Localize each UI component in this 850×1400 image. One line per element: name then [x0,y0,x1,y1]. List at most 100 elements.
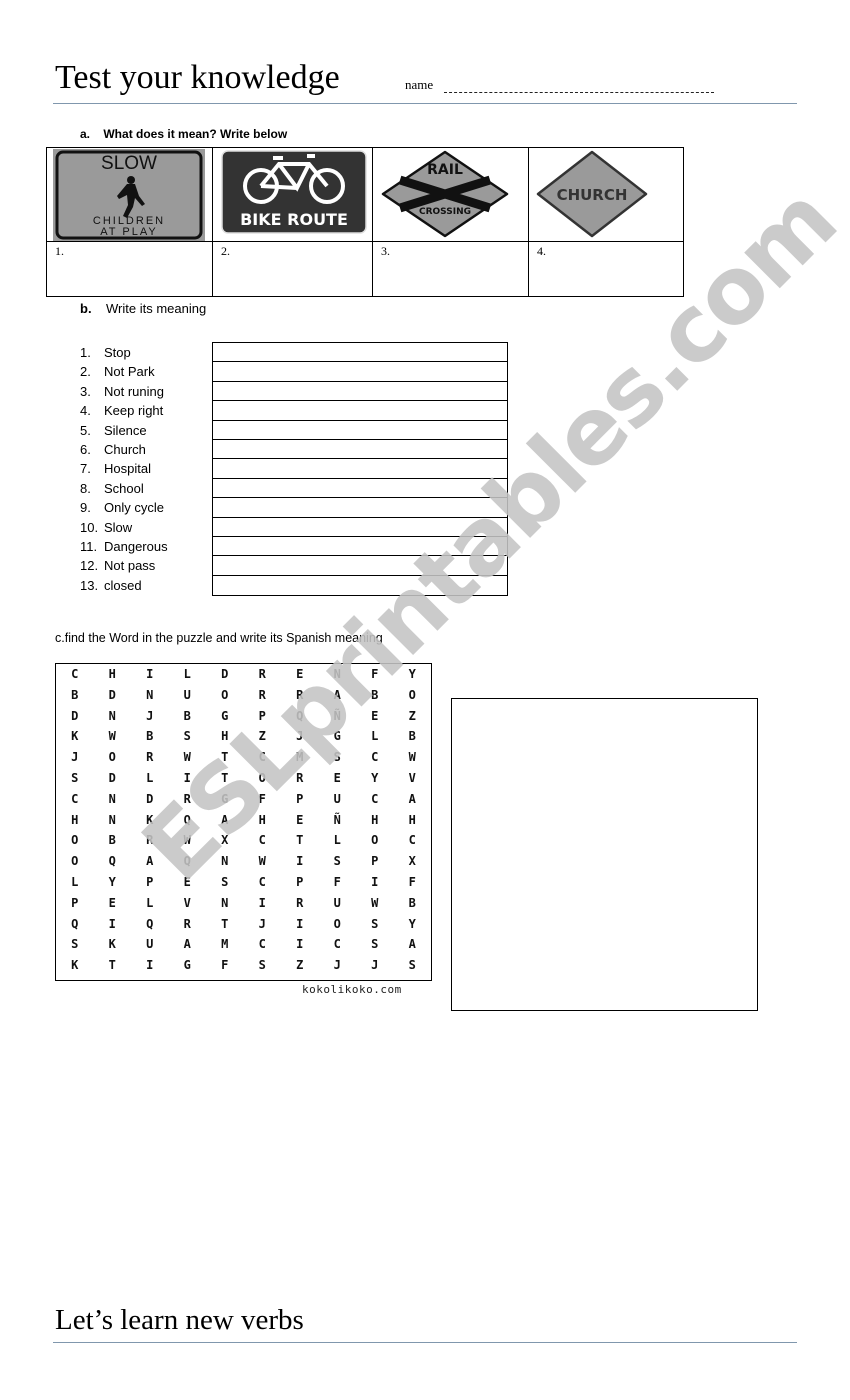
meaning-answer-field[interactable] [213,440,507,460]
puzzle-letter: H [371,812,379,827]
puzzle-letter: R [258,687,266,702]
puzzle-letter: I [146,667,154,681]
meaning-item: 7. Hospital [80,459,168,478]
word-search-puzzle: CHILDRENFYBDNUORRABODNJBGPQÑEZKWBSHZJGLB… [55,663,432,981]
meaning-answer-field[interactable] [213,537,507,557]
puzzle-grid: CHILDRENFYBDNUORRABODNJBGPQÑEZKWBSHZJGLB… [56,664,431,976]
meaning-item-text: Only cycle [104,500,164,516]
puzzle-letter: X [408,854,416,869]
meaning-item-text: closed [104,577,142,593]
sign-2-text: BIKE ROUTE [240,210,348,229]
puzzle-letter: G [221,791,229,806]
puzzle-letter: P [258,708,266,723]
puzzle-letter: S [71,770,79,785]
meaning-item-text: School [104,480,144,496]
puzzle-letter: B [146,729,154,744]
sign-cell-1: SLOW CHILDREN AT PLAY [47,148,213,242]
puzzle-letter: A [146,854,154,869]
answer-cell-4[interactable]: 4. [529,242,683,297]
meaning-item: 1. Stop [80,343,168,362]
puzzle-letter: W [108,729,116,744]
meaning-answer-field[interactable] [213,382,507,402]
puzzle-letter: D [221,667,229,681]
answer-cell-1[interactable]: 1. [47,242,213,297]
meaning-answer-field[interactable] [213,421,507,440]
puzzle-letter: R [183,791,191,806]
meaning-item-text: Silence [104,422,147,438]
puzzle-letter: I [108,916,116,931]
meaning-answer-field[interactable] [213,556,507,576]
puzzle-letter: S [371,916,379,931]
name-field[interactable] [444,80,714,93]
puzzle-letter: M [221,937,229,952]
puzzle-letter: E [333,770,341,785]
puzzle-letter: I [146,958,154,973]
meaning-list: 1. Stop 2. Not Park 3. Not runing 4. Keep right… [80,343,168,595]
puzzle-letter: A [408,791,416,806]
puzzle-letter: T [221,770,229,785]
puzzle-letter: K [71,958,79,973]
meaning-answer-field[interactable] [213,401,507,421]
puzzle-letter: W [183,833,191,848]
puzzle-letter: N [221,895,229,910]
puzzle-letter: G [183,958,191,973]
section-a-heading: a. What does it mean? Write below [80,127,287,141]
meaning-item: 5. Silence [80,421,168,440]
meaning-item-text: Keep right [104,403,164,419]
meaning-item: 6. Church [80,440,168,459]
puzzle-letter: N [108,708,116,723]
meaning-answer-field[interactable] [213,498,507,518]
puzzle-letter: O [408,687,416,702]
puzzle-letter: D [71,708,79,723]
answer-cell-3[interactable]: 3. [373,242,529,297]
puzzle-letter: V [183,895,191,910]
puzzle-letter: C [371,750,379,765]
puzzle-letter: C [258,937,266,952]
puzzle-letter: A [183,937,191,952]
puzzle-letter: T [221,750,229,765]
meaning-item: 10. Slow [80,518,168,537]
meaning-item-text: Slow [104,519,133,535]
puzzle-letter: R [258,667,266,681]
puzzle-letter: X [221,833,229,848]
puzzle-letter: I [371,874,379,889]
puzzle-letter: R [183,916,191,931]
puzzle-letter: E [296,667,304,681]
puzzle-letter: N [108,812,116,827]
meaning-item-number: 13. [80,577,99,593]
meaning-item-number: 12. [80,558,99,574]
answer-number: 4. [537,244,546,258]
puzzle-letter: W [371,895,379,910]
puzzle-letter: S [371,937,379,952]
section-b-heading: b. Write its meaning [80,301,206,316]
meaning-item-number: 7. [80,461,91,477]
puzzle-letter: T [296,833,304,848]
meaning-answer-field[interactable] [213,479,507,499]
puzzle-letter: N [333,667,341,681]
spanish-meaning-box[interactable] [451,698,758,1011]
puzzle-letter: P [71,895,79,910]
puzzle-letter: O [108,750,116,765]
meaning-answer-field[interactable] [213,362,507,382]
puzzle-letter: Q [146,916,154,931]
puzzle-letter: U [183,687,191,702]
puzzle-letter: O [71,854,79,869]
puzzle-letter: W [408,750,416,765]
meaning-item-number: 11. [80,538,98,554]
answer-cell-2[interactable]: 2. [213,242,373,297]
meaning-answer-field[interactable] [213,459,507,479]
puzzle-letter: B [408,729,416,744]
puzzle-letter: C [371,791,379,806]
meaning-answer-field[interactable] [213,576,507,595]
answer-number: 2. [221,244,230,258]
puzzle-letter: A [333,687,341,702]
meaning-answer-field[interactable] [213,518,507,537]
meaning-item: 13. closed [80,576,168,595]
puzzle-letter: S [258,958,266,973]
puzzle-letter: O [258,770,266,785]
meaning-item: 2. Not Park [80,362,168,381]
puzzle-letter: L [333,833,341,848]
puzzle-letter: O [71,833,79,848]
meaning-answer-field[interactable] [213,343,507,363]
puzzle-letter: U [333,791,341,806]
